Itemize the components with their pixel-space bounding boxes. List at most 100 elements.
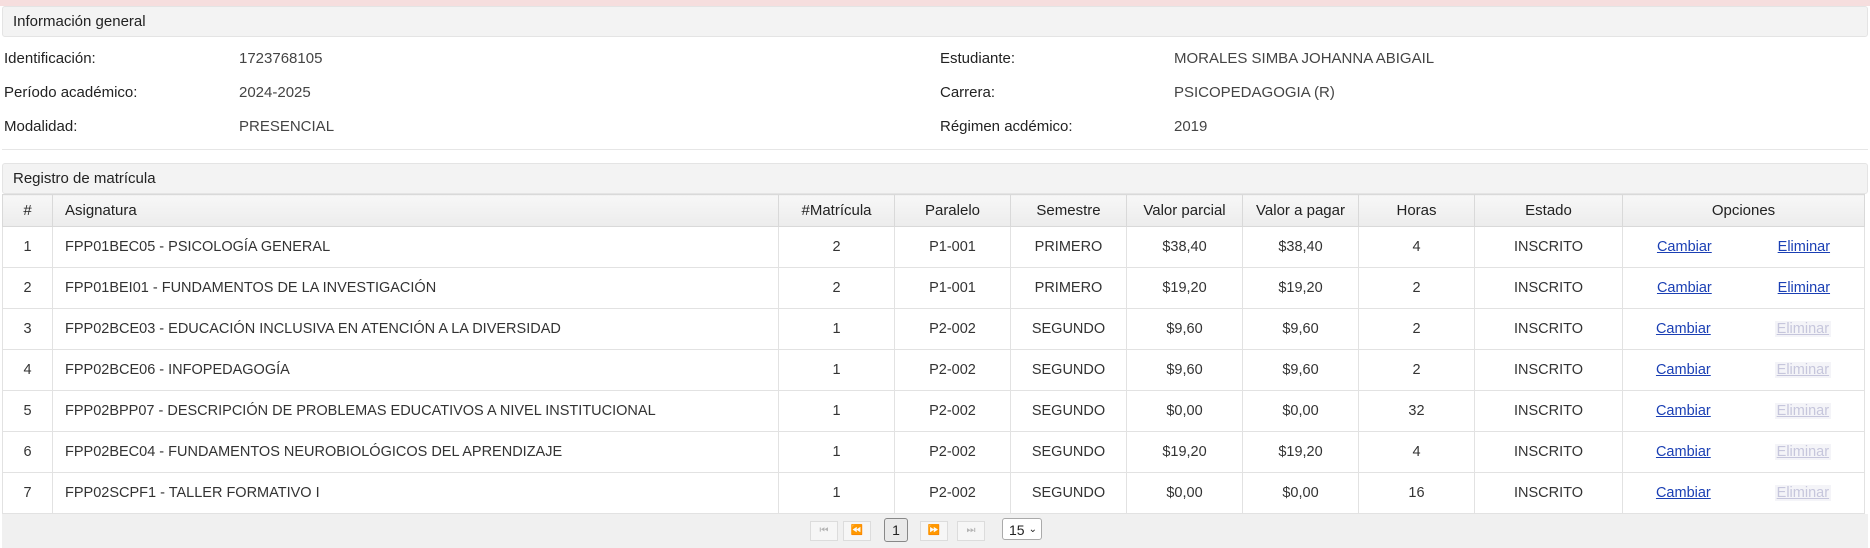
- row-number: 6: [2, 431, 53, 473]
- valor-parcial-cell: $19,20: [1126, 431, 1243, 473]
- info-panel: Identificación: 1723768105 Período acadé…: [2, 37, 1868, 150]
- table-row: 7 FPP02SCPF1 - TALLER FORMATIVO I 1 P2-002 S…: [2, 472, 1865, 514]
- column-header[interactable]: Valor a pagar: [1242, 194, 1359, 227]
- horas-cell: 2: [1358, 267, 1475, 309]
- table-row: 5 FPP02BPP07 - DESCRIPCIÓN DE PROBLEMAS E…: [2, 390, 1865, 432]
- periodo-label: Período académico:: [4, 84, 138, 101]
- cambiar-link[interactable]: Cambiar: [1656, 403, 1711, 419]
- valor-pagar-cell: $19,20: [1242, 431, 1359, 473]
- paralelo-cell: P1-001: [894, 267, 1011, 309]
- semestre-cell: PRIMERO: [1010, 226, 1127, 268]
- column-header[interactable]: Paralelo: [894, 194, 1011, 227]
- eliminar-link: Eliminar: [1774, 362, 1832, 378]
- estado-cell: INSCRITO: [1474, 431, 1623, 473]
- asignatura-cell: FPP02SCPF1 - TALLER FORMATIVO I: [52, 472, 779, 514]
- valor-pagar-cell: $9,60: [1242, 349, 1359, 391]
- table-header-row: # Asignatura #Matrícula Paralelo Semestr…: [2, 194, 1865, 227]
- horas-cell: 4: [1358, 226, 1475, 268]
- opciones-cell: Cambiar Eliminar: [1622, 472, 1865, 514]
- identificacion-label: Identificación:: [4, 50, 96, 67]
- paralelo-cell: P2-002: [894, 308, 1011, 350]
- eliminar-link: Eliminar: [1774, 403, 1832, 419]
- column-header[interactable]: #: [2, 194, 53, 227]
- cambiar-link[interactable]: Cambiar: [1656, 362, 1711, 378]
- semestre-cell: SEGUNDO: [1010, 349, 1127, 391]
- valor-pagar-cell: $0,00: [1242, 390, 1359, 432]
- matricula-cell: 1: [778, 390, 895, 432]
- page-size-value: 15: [1009, 522, 1025, 538]
- matricula-cell: 1: [778, 431, 895, 473]
- info-panel-title: Información general: [2, 6, 1868, 37]
- estado-cell: INSCRITO: [1474, 226, 1623, 268]
- column-header[interactable]: Valor parcial: [1126, 194, 1243, 227]
- paginator: ⏮ ⏪ 1 ⏩ ⏭ 15 ⌄: [2, 514, 1868, 548]
- cambiar-link[interactable]: Cambiar: [1656, 444, 1711, 460]
- semestre-cell: SEGUNDO: [1010, 472, 1127, 514]
- valor-parcial-cell: $19,20: [1126, 267, 1243, 309]
- opciones-cell: Cambiar Eliminar: [1622, 308, 1865, 350]
- valor-parcial-cell: $38,40: [1126, 226, 1243, 268]
- asignatura-cell: FPP01BEC05 - PSICOLOGÍA GENERAL: [52, 226, 779, 268]
- eliminar-link[interactable]: Eliminar: [1778, 280, 1830, 296]
- asignatura-cell: FPP02BPP07 - DESCRIPCIÓN DE PROBLEMAS ED…: [52, 390, 779, 432]
- prev-page-icon[interactable]: ⏪: [843, 521, 871, 541]
- column-header[interactable]: Estado: [1474, 194, 1623, 227]
- column-header: Opciones: [1622, 194, 1865, 227]
- periodo-value: 2024-2025: [239, 84, 311, 101]
- valor-parcial-cell: $0,00: [1126, 390, 1243, 432]
- row-number: 5: [2, 390, 53, 432]
- matricula-cell: 1: [778, 349, 895, 391]
- row-number: 4: [2, 349, 53, 391]
- estado-cell: INSCRITO: [1474, 472, 1623, 514]
- next-page-icon[interactable]: ⏩: [920, 521, 948, 541]
- eliminar-link: Eliminar: [1774, 485, 1832, 501]
- paralelo-cell: P2-002: [894, 431, 1011, 473]
- opciones-cell: Cambiar Eliminar: [1622, 349, 1865, 391]
- table-row: 6 FPP02BEC04 - FUNDAMENTOS NEUROBIOLÓGICO…: [2, 431, 1865, 473]
- estado-cell: INSCRITO: [1474, 267, 1623, 309]
- identificacion-value: 1723768105: [239, 50, 323, 67]
- column-header[interactable]: Asignatura: [52, 194, 779, 227]
- paralelo-cell: P2-002: [894, 390, 1011, 432]
- valor-pagar-cell: $0,00: [1242, 472, 1359, 514]
- valor-pagar-cell: $9,60: [1242, 308, 1359, 350]
- table-row: 1 FPP01BEC05 - PSICOLOGÍA GENERAL 2 P1-001 P…: [2, 226, 1865, 268]
- regimen-label: Régimen acdémico:: [940, 118, 1073, 135]
- valor-parcial-cell: $9,60: [1126, 349, 1243, 391]
- cambiar-link[interactable]: Cambiar: [1656, 485, 1711, 501]
- estudiante-label: Estudiante:: [940, 50, 1016, 67]
- page-size-select[interactable]: 15 ⌄: [1002, 518, 1042, 540]
- asignatura-cell: FPP01BEI01 - FUNDAMENTOS DE LA INVESTIGA…: [52, 267, 779, 309]
- column-header[interactable]: #Matrícula: [778, 194, 895, 227]
- carrera-value: PSICOPEDAGOGIA (R): [1174, 84, 1335, 101]
- row-number: 7: [2, 472, 53, 514]
- cambiar-link[interactable]: Cambiar: [1657, 239, 1712, 255]
- modalidad-label: Modalidad:: [4, 118, 78, 135]
- current-page-button[interactable]: 1: [884, 518, 908, 542]
- matricula-cell: 2: [778, 267, 895, 309]
- opciones-cell: Cambiar Eliminar: [1622, 267, 1865, 309]
- estudiante-value: MORALES SIMBA JOHANNA ABIGAIL: [1174, 50, 1435, 67]
- eliminar-link: Eliminar: [1774, 321, 1832, 337]
- valor-pagar-cell: $19,20: [1242, 267, 1359, 309]
- first-page-icon[interactable]: ⏮: [810, 521, 838, 541]
- valor-pagar-cell: $38,40: [1242, 226, 1359, 268]
- last-page-icon[interactable]: ⏭: [957, 521, 985, 541]
- cambiar-link[interactable]: Cambiar: [1656, 321, 1711, 337]
- opciones-cell: Cambiar Eliminar: [1622, 226, 1865, 268]
- row-number: 2: [2, 267, 53, 309]
- estado-cell: INSCRITO: [1474, 349, 1623, 391]
- row-number: 3: [2, 308, 53, 350]
- column-header[interactable]: Semestre: [1010, 194, 1127, 227]
- paralelo-cell: P2-002: [894, 349, 1011, 391]
- cambiar-link[interactable]: Cambiar: [1657, 280, 1712, 296]
- eliminar-link[interactable]: Eliminar: [1778, 239, 1830, 255]
- modalidad-value: PRESENCIAL: [239, 118, 335, 135]
- opciones-cell: Cambiar Eliminar: [1622, 431, 1865, 473]
- matricula-cell: 1: [778, 472, 895, 514]
- paralelo-cell: P1-001: [894, 226, 1011, 268]
- matricula-cell: 2: [778, 226, 895, 268]
- row-number: 1: [2, 226, 53, 268]
- estado-cell: INSCRITO: [1474, 390, 1623, 432]
- column-header[interactable]: Horas: [1358, 194, 1475, 227]
